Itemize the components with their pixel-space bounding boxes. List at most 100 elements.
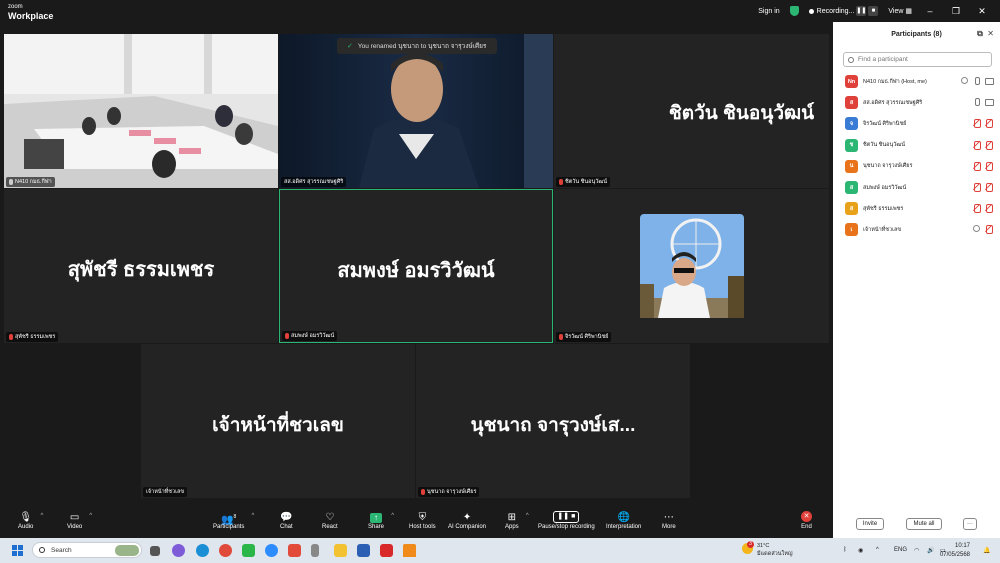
camera-off-icon[interactable] (985, 182, 993, 192)
microphone-app-icon[interactable] (311, 544, 319, 557)
close-window-icon[interactable]: ✕ (974, 6, 990, 17)
microphone-muted-icon[interactable] (973, 182, 981, 192)
wifi-icon[interactable]: ◠ (914, 547, 919, 554)
participant-row[interactable]: ส สส.อดิศร สุวรรณเชษฐศิริ (833, 92, 1000, 113)
camera-icon[interactable] (985, 77, 994, 85)
microphone-muted-icon[interactable] (973, 119, 981, 129)
camera-off-icon[interactable] (985, 140, 993, 150)
participant-row[interactable]: ช ชิตวัน ชินอนุวัฒน์ (833, 135, 1000, 156)
anydesk-icon[interactable] (288, 544, 301, 557)
mute-all-button[interactable]: Mute all (906, 518, 942, 530)
share-button[interactable]: ↑ Share ^ (368, 511, 394, 530)
participant-row[interactable]: ส สุพัชรี ธรรมเพชร (833, 198, 1000, 219)
tray-up-icon[interactable]: ^ (876, 547, 879, 553)
host-tools-button[interactable]: ⛨ Host tools (409, 511, 436, 530)
video-tile-sompong[interactable]: สมพงษ์ อมรวิวัฒน์ สมพงษ์ อมรวิวัฒน์ (279, 189, 553, 343)
more-options-button[interactable]: ··· (963, 518, 977, 530)
share-icon: ↑ (370, 513, 382, 523)
sign-in-link[interactable]: Sign in (758, 8, 779, 15)
restore-icon[interactable]: ❐ (948, 6, 964, 17)
recording-indicator[interactable]: Recording... ❚❚ ■ (808, 6, 879, 16)
end-button[interactable]: ✕ End (801, 511, 812, 530)
line-icon[interactable] (242, 544, 255, 557)
bluetooth-icon[interactable]: ᛒ (843, 547, 847, 553)
participant-row[interactable]: Nn N410 กมธ.กีฬา (Host, me) (833, 71, 1000, 92)
camera-off-icon[interactable] (985, 204, 993, 214)
chrome-icon[interactable] (219, 544, 232, 557)
copilot-icon[interactable] (172, 544, 185, 557)
audio-button[interactable]: 🎙 Audio ^ (18, 511, 43, 530)
shield-icon[interactable] (789, 6, 799, 16)
weather-badge: 3 (747, 541, 754, 548)
notification-bell-icon[interactable]: 🔔 (983, 547, 990, 554)
avatar: ช (845, 138, 858, 152)
apps-button[interactable]: ⊞ Apps ^ (505, 511, 529, 530)
ai-companion-button[interactable]: ✦ AI Companion (448, 511, 486, 530)
windows-taskbar: Search 3 31°C มีแดดส่วนใหญ่ ᛒ ◉ ^ ENG ◠ … (0, 538, 1000, 563)
task-view-icon[interactable] (150, 546, 160, 556)
windows-start-icon[interactable] (12, 545, 23, 556)
tile-name-tag: ชิตวัน ชินอนุวัฒน์ (556, 177, 611, 187)
audio-status-icon (973, 225, 980, 233)
chat-button[interactable]: 💬 Chat (280, 511, 293, 530)
video-button[interactable]: ▭ Video ^ (67, 511, 92, 530)
language-indicator[interactable]: ENG (894, 547, 907, 553)
pause-stop-icon: ❚❚ ■ (553, 511, 580, 523)
speaker-icon[interactable]: 🔊 (927, 547, 934, 554)
video-tile-room[interactable]: N410 กมธ.กีฬา (4, 34, 278, 188)
stop-recording-icon[interactable]: ■ (868, 6, 879, 16)
microphone-muted-icon[interactable] (973, 140, 981, 150)
participant-search-input[interactable]: Find a participant (843, 52, 992, 67)
pop-out-icon[interactable]: ⧉ (977, 29, 983, 38)
minimize-icon[interactable]: – (922, 6, 938, 16)
sparkle-icon: ✦ (462, 512, 472, 523)
participant-row[interactable]: น นุชนาถ จารุวงษ์เศียร (833, 156, 1000, 177)
participants-button[interactable]: 👥8 Participants ^ (213, 511, 254, 530)
weather-widget[interactable]: 3 31°C มีแดดส่วนใหญ่ (742, 541, 793, 558)
video-tile-staff[interactable]: เจ้าหน้าที่ชวเลข เจ้าหน้าที่ชวเลข (141, 344, 415, 498)
participant-name: จิรวัฒน์ ศิริพานิชย์ (863, 120, 907, 127)
word-icon[interactable] (357, 544, 370, 557)
participant-row[interactable]: เ เจ้าหน้าที่ชวเลข (833, 219, 1000, 240)
more-button[interactable]: ⋯ More (662, 511, 676, 530)
participant-list: Nn N410 กมธ.กีฬา (Host, me) ส สส.อดิศร สุวร… (833, 71, 1000, 241)
participant-row[interactable]: จ จิรวัฒน์ ศิริพานิชย์ (833, 113, 1000, 134)
microphone-muted-icon[interactable] (973, 204, 981, 214)
video-tile-speaker[interactable]: สส.อดิศร สุวรรณเชษฐศิริ (279, 34, 553, 188)
camera-off-icon[interactable] (985, 161, 993, 171)
react-button[interactable]: ♡ React (322, 511, 338, 530)
taskbar-search-input[interactable]: Search (32, 542, 142, 558)
video-tile-nutchanat[interactable]: นุชนาถ จารุวงษ์เส... นุชนาถ จารุวงษ์เศีย… (416, 344, 690, 498)
microphone-icon[interactable] (973, 98, 980, 107)
camera-off-icon[interactable] (985, 225, 993, 235)
file-explorer-icon[interactable] (334, 544, 347, 557)
camera-off-icon[interactable] (985, 119, 993, 129)
panel-header: Participants (8) ⧉ ✕ (833, 22, 1000, 46)
chevron-up-icon: ^ (89, 513, 93, 519)
microphone-muted-icon[interactable] (973, 161, 981, 171)
video-grid: N410 กมธ.กีฬา สส.อดิศร สุวรรณเชษฐศิริ ชิ… (0, 22, 833, 507)
invite-button[interactable]: Invite (856, 518, 884, 530)
avatar: จ (845, 117, 858, 131)
video-tile-supatcharee[interactable]: สุพัชรี ธรรมเพชร สุพัชรี ธรรมเพชร (4, 189, 278, 343)
zoom-icon[interactable] (265, 544, 278, 557)
edge-icon[interactable] (196, 544, 209, 557)
participant-name: ชิตวัน ชินอนุวัฒน์ (668, 103, 815, 124)
video-tile-jirawat[interactable]: จิรวัฒน์ ศิริพานิชย์ (554, 189, 829, 343)
vlc-icon[interactable] (403, 544, 416, 557)
acrobat-icon[interactable] (380, 544, 393, 557)
tray-app-icon[interactable]: ◉ (858, 547, 863, 554)
avatar: Nn (845, 75, 858, 89)
participant-row[interactable]: ส สมพงษ์ อมรวิวัฒน์ (833, 177, 1000, 198)
view-button[interactable]: View ▦ (888, 7, 912, 15)
microphone-icon[interactable] (973, 77, 980, 85)
mic-muted-icon (285, 333, 289, 339)
record-dot-icon (808, 8, 814, 14)
pause-stop-recording-button[interactable]: ❚❚ ■ Pause/stop recording (538, 511, 595, 530)
video-tile-chitwan[interactable]: ชิตวัน ชินอนุวัฒน์ ชิตวัน ชินอนุวัฒน์ (554, 34, 829, 188)
camera-icon[interactable] (985, 98, 994, 107)
system-clock[interactable]: 10:17 07/05/2568 (940, 542, 970, 560)
close-panel-icon[interactable]: ✕ (987, 29, 994, 38)
interpretation-button[interactable]: 🌐 Interpretation (606, 511, 641, 530)
pause-recording-icon[interactable]: ❚❚ (856, 6, 866, 16)
